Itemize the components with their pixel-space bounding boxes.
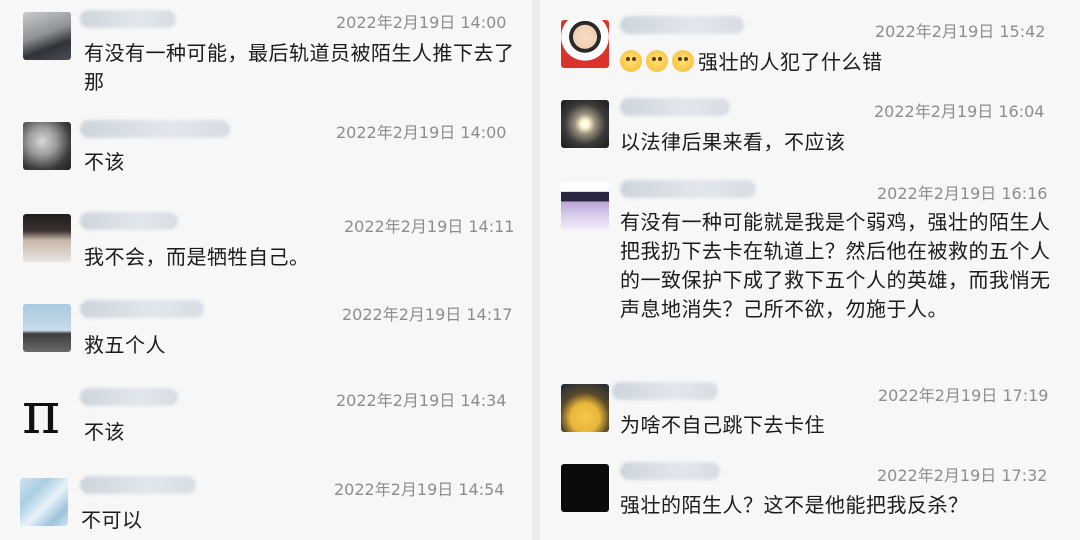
comment-text: 我不会，而是牺牲自己。	[84, 245, 310, 269]
user-avatar[interactable]	[561, 464, 609, 512]
user-avatar[interactable]	[561, 100, 609, 148]
comment-text: 以法律后果来看，不应该	[620, 130, 846, 154]
comment-timestamp: 2022年2月19日 17:19	[878, 386, 1049, 405]
left-comment-column: 2022年2月19日 14:00 有没有一种可能，最后轨道员被陌生人推下去了那 …	[0, 0, 532, 540]
comment-item: 2022年2月19日 14:00 有没有一种可能，最后轨道员被陌生人推下去了那	[0, 0, 532, 110]
comment-item: 2022年2月19日 14:54 不可以	[0, 466, 532, 540]
comment-timestamp: 2022年2月19日 15:42	[875, 22, 1046, 41]
right-comment-column: 2022年2月19日 15:42 强壮的人犯了什么错 2022年2月19日 16…	[540, 0, 1080, 540]
comment-timestamp: 2022年2月19日 14:34	[336, 391, 507, 410]
comment-item: 2022年2月19日 16:04 以法律后果来看，不应该	[540, 88, 1080, 170]
user-avatar[interactable]	[561, 182, 609, 230]
username-blurred[interactable]	[80, 388, 178, 406]
comment-text: 不该	[84, 150, 125, 174]
username-blurred[interactable]	[80, 212, 178, 230]
comment-text: 强壮的人犯了什么错	[620, 48, 883, 77]
comment-item: 2022年2月19日 14:17 救五个人	[0, 288, 532, 378]
hot-face-emoji	[620, 50, 642, 72]
username-blurred[interactable]	[80, 300, 204, 318]
user-avatar[interactable]	[561, 20, 609, 68]
username-blurred[interactable]	[620, 180, 756, 198]
hot-face-emoji	[646, 50, 668, 72]
username-blurred[interactable]	[620, 16, 744, 34]
comment-timestamp: 2022年2月19日 14:17	[342, 305, 513, 324]
user-avatar[interactable]	[561, 384, 609, 432]
comment-timestamp: 2022年2月19日 14:00	[336, 13, 507, 32]
comment-item: 2022年2月19日 16:16 有没有一种可能就是我是个弱鸡，强壮的陌生人把我…	[540, 170, 1080, 370]
comment-text: 不可以	[81, 508, 143, 532]
comment-timestamp: 2022年2月19日 17:32	[877, 466, 1048, 485]
comment-item: 2022年2月19日 15:42 强壮的人犯了什么错	[540, 0, 1080, 88]
comment-timestamp: 2022年2月19日 16:04	[874, 102, 1045, 121]
hot-face-emoji	[672, 50, 694, 72]
comment-timestamp: 2022年2月19日 16:16	[877, 184, 1048, 203]
comment-item: 2022年2月19日 14:00 不该	[0, 110, 532, 200]
comment-text: 不该	[84, 420, 125, 444]
user-avatar[interactable]	[20, 478, 68, 526]
comment-text: 强壮的陌生人？这不是他能把我反杀？	[620, 493, 969, 517]
username-blurred[interactable]	[80, 476, 196, 494]
comment-text: 有没有一种可能，最后轨道员被陌生人推下去了那	[84, 41, 515, 94]
username-blurred[interactable]	[80, 10, 176, 28]
comment-timestamp: 2022年2月19日 14:00	[336, 123, 507, 142]
user-avatar[interactable]	[23, 12, 71, 60]
user-avatar[interactable]	[23, 214, 71, 262]
username-blurred[interactable]	[612, 382, 718, 400]
comment-item: 2022年2月19日 17:19 为啥不自己跳下去卡住	[540, 370, 1080, 456]
username-blurred[interactable]	[80, 120, 230, 138]
user-avatar[interactable]	[23, 304, 71, 352]
comment-item: 2022年2月19日 14:11 我不会，而是牺牲自己。	[0, 200, 532, 288]
comment-text: 为啥不自己跳下去卡住	[620, 413, 825, 437]
user-avatar[interactable]	[23, 122, 71, 170]
comment-item: π 2022年2月19日 14:34 不该	[0, 378, 532, 468]
username-blurred[interactable]	[620, 462, 720, 480]
comment-text: 救五个人	[84, 333, 166, 357]
comment-timestamp: 2022年2月19日 14:54	[334, 480, 505, 499]
comment-text: 有没有一种可能就是我是个弱鸡，强壮的陌生人把我扔下去卡在轨道上？然后他在被救的五…	[620, 210, 1051, 321]
username-blurred[interactable]	[620, 98, 730, 116]
pi-avatar[interactable]: π	[22, 384, 60, 442]
comment-text-body: 强壮的人犯了什么错	[698, 50, 883, 74]
comment-timestamp: 2022年2月19日 14:11	[344, 217, 515, 236]
comment-item: 2022年2月19日 17:32 强壮的陌生人？这不是他能把我反杀？	[540, 456, 1080, 540]
